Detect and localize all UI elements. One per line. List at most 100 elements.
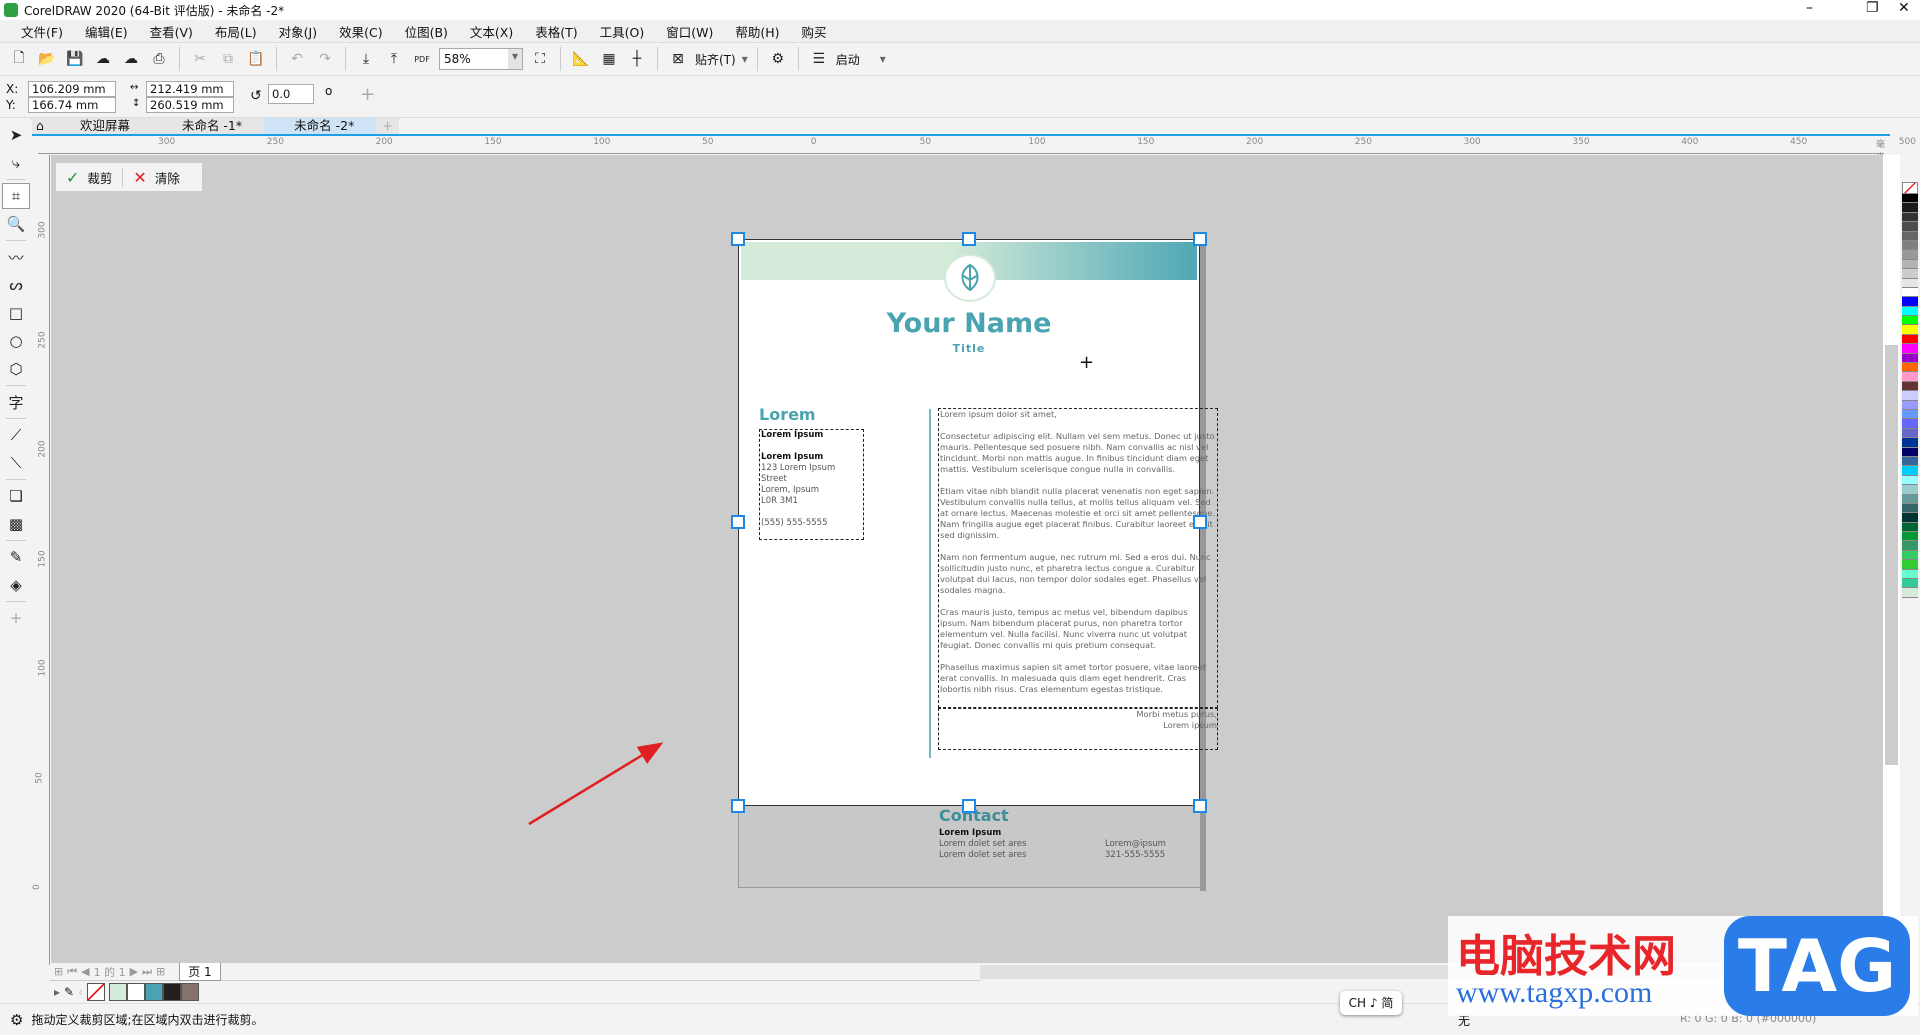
no-color-swatch[interactable] <box>1902 182 1918 194</box>
x-position-field[interactable]: 106.209 mm <box>28 81 116 97</box>
color-swatch[interactable] <box>1902 297 1918 307</box>
pdf-icon[interactable]: PDF <box>411 48 433 70</box>
color-swatch[interactable] <box>1902 466 1918 476</box>
guidelines-icon[interactable]: ┼ <box>626 48 648 70</box>
redo-icon[interactable]: ↷ <box>314 48 336 70</box>
color-swatch[interactable] <box>1902 532 1918 542</box>
add-page-end-icon[interactable]: ⊞ <box>156 965 165 978</box>
cloud-upload-icon[interactable]: ☁ <box>120 48 142 70</box>
color-swatch[interactable] <box>1902 269 1918 279</box>
rotation-field[interactable]: 0.0 <box>268 84 314 104</box>
menu-item[interactable]: 帮助(H) <box>724 22 790 41</box>
eyedropper-icon[interactable]: ✎ <box>2 544 30 570</box>
full-screen-icon[interactable]: ⛶ <box>529 48 551 70</box>
color-swatch[interactable] <box>1902 400 1918 410</box>
color-swatch[interactable] <box>1902 522 1918 533</box>
save-icon[interactable]: 💾 <box>64 48 86 70</box>
palette-scroll-left-icon[interactable]: ‹ <box>78 985 83 999</box>
options-gear-icon[interactable]: ⚙ <box>767 48 789 70</box>
drawing-canvas[interactable]: ✓ 裁剪 ✕ 清除 Contact Lorem Ipsum Lorem dolet … <box>51 155 1883 963</box>
menu-item[interactable]: 效果(C) <box>328 22 393 41</box>
palette-expand-icon[interactable]: ▸ <box>54 985 60 999</box>
color-swatch[interactable] <box>1902 485 1918 495</box>
customize-toolbox-icon[interactable]: + <box>2 605 30 631</box>
color-swatch[interactable] <box>1902 212 1918 223</box>
color-swatch[interactable] <box>1902 194 1918 204</box>
color-swatch[interactable] <box>1902 353 1918 364</box>
color-swatch[interactable] <box>1902 438 1918 448</box>
height-field[interactable]: 260.519 mm <box>146 97 234 113</box>
import-icon[interactable]: ⤓ <box>355 48 377 70</box>
color-swatch[interactable] <box>1902 316 1918 326</box>
page-tab-1[interactable]: 页 1 <box>179 962 221 981</box>
drop-shadow-icon[interactable]: ❏ <box>2 483 30 509</box>
color-swatch[interactable] <box>1902 503 1918 514</box>
no-color-swatch[interactable] <box>86 983 105 1001</box>
color-swatch[interactable] <box>1902 588 1918 598</box>
color-swatch[interactable] <box>1902 278 1918 288</box>
rulers-icon[interactable]: 📐 <box>570 48 592 70</box>
menu-item[interactable]: 查看(V) <box>139 22 204 41</box>
color-swatch[interactable] <box>1902 306 1918 317</box>
menu-item[interactable]: 位图(B) <box>394 22 459 41</box>
next-page-icon[interactable]: ▶ <box>130 965 138 978</box>
document-color-swatch[interactable] <box>144 983 163 1001</box>
color-swatch[interactable] <box>1902 569 1918 580</box>
polygon-tool-icon[interactable]: ⬡ <box>2 356 30 382</box>
tab-untitled-2[interactable]: 未命名 -2* <box>264 118 377 134</box>
menu-item[interactable]: 文本(X) <box>459 22 524 41</box>
status-gear-icon[interactable]: ⚙ <box>10 1011 23 1029</box>
color-swatch[interactable] <box>1902 513 1918 523</box>
ellipse-tool-icon[interactable]: ○ <box>2 328 30 354</box>
color-swatch[interactable] <box>1902 363 1918 373</box>
crop-tool-icon[interactable]: ⌗ <box>2 183 30 209</box>
color-swatch[interactable] <box>1902 579 1918 589</box>
paste-icon[interactable]: 📋 <box>245 48 267 70</box>
shape-tool-icon[interactable]: ⤷ <box>2 150 30 176</box>
scroll-thumb[interactable] <box>1885 345 1898 765</box>
menu-item[interactable]: 文件(F) <box>10 22 74 41</box>
add-page-icon[interactable]: ⊞ <box>54 965 63 978</box>
restore-icon[interactable]: ❐ <box>1866 0 1879 16</box>
color-swatch[interactable] <box>1902 381 1918 392</box>
menu-item[interactable]: 对象(J) <box>268 22 328 41</box>
interactive-fill-icon[interactable]: ◈ <box>2 572 30 598</box>
color-swatch[interactable] <box>1902 541 1918 551</box>
ime-indicator[interactable]: CH ♪ 简 <box>1340 991 1402 1015</box>
last-page-icon[interactable]: ⏭ <box>142 965 152 979</box>
export-icon[interactable]: ⤒ <box>383 48 405 70</box>
color-swatch[interactable] <box>1902 222 1918 232</box>
new-tab-icon[interactable]: + <box>376 118 399 134</box>
home-icon[interactable]: ⌂ <box>30 118 50 134</box>
tab-untitled-1[interactable]: 未命名 -1* <box>151 118 265 134</box>
vertical-ruler[interactable]: 300 250 200 150 100 50 0 <box>32 155 50 965</box>
freehand-tool-icon[interactable]: 〰 <box>2 244 30 270</box>
color-swatch[interactable] <box>1902 203 1918 213</box>
color-swatch[interactable] <box>1902 287 1918 298</box>
horizontal-ruler[interactable]: 300 250 200 150 100 50 0 50 100 150 200 250 300 350 40… <box>38 136 1916 163</box>
add-preset-icon[interactable]: + <box>360 84 375 105</box>
menu-item[interactable]: 工具(O) <box>589 22 656 41</box>
document-color-swatch[interactable] <box>126 983 145 1001</box>
undo-icon[interactable]: ↶ <box>286 48 308 70</box>
minimize-icon[interactable]: – <box>1806 0 1813 16</box>
color-swatch[interactable] <box>1902 231 1918 241</box>
connector-tool-icon[interactable]: ⟍ <box>2 450 30 476</box>
color-swatch[interactable] <box>1902 419 1918 429</box>
artistic-media-icon[interactable]: ᔕ <box>2 272 30 298</box>
text-tool-icon[interactable]: 字 <box>2 389 30 415</box>
color-swatch[interactable] <box>1902 456 1918 467</box>
color-swatch[interactable] <box>1902 325 1918 335</box>
close-icon[interactable]: ✕ <box>1898 0 1910 16</box>
color-swatch[interactable] <box>1902 334 1918 345</box>
document-color-swatch[interactable] <box>108 983 127 1001</box>
snap-to-dropdown[interactable]: 贴齐(T) <box>695 51 736 68</box>
color-swatch[interactable] <box>1902 475 1918 486</box>
color-swatch[interactable] <box>1902 250 1918 260</box>
cut-icon[interactable]: ✂ <box>189 48 211 70</box>
color-swatch[interactable] <box>1902 447 1918 457</box>
menu-item[interactable]: 购买 <box>791 22 838 41</box>
document-color-swatch[interactable] <box>180 983 199 1001</box>
launch-dropdown[interactable]: 启动 <box>836 51 860 68</box>
rectangle-tool-icon[interactable]: □ <box>2 300 30 326</box>
